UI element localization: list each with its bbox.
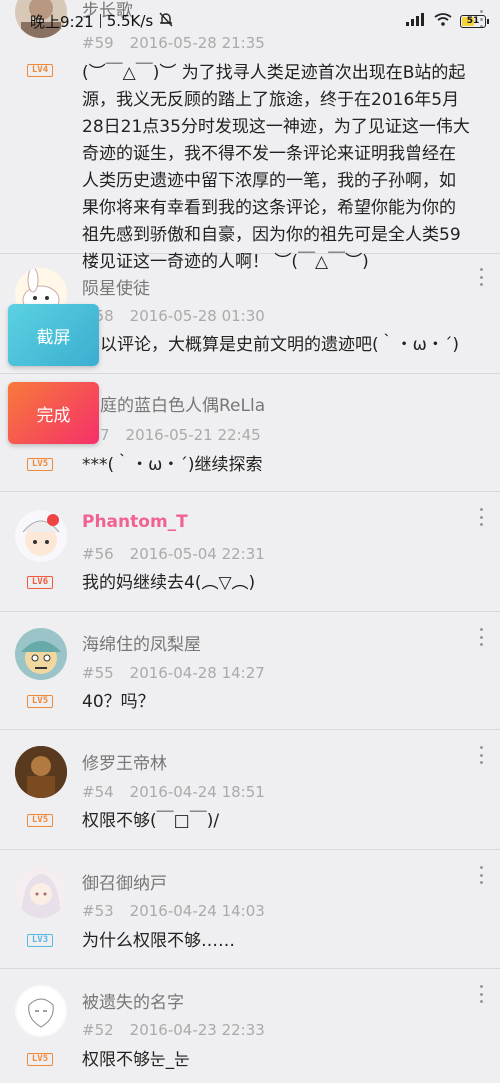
level-badge: LV5: [27, 458, 53, 471]
battery-icon: 51: [460, 14, 489, 28]
mute-bell-icon: [159, 12, 173, 31]
comment-text: 我的妈继续去4(︵▽︵): [82, 573, 256, 593]
comment-meta: #52 2016-04-23 22:33: [82, 1021, 281, 1039]
battery-level: 51: [466, 16, 480, 26]
comment-item: 海绵住的凤梨屋 #55 2016-04-28 14:27 LV5 40？吗？: [0, 612, 500, 730]
comment-date: 2016-04-23 22:33: [129, 1021, 265, 1039]
username[interactable]: 御召御纳戸: [82, 869, 167, 894]
level-badge: LV3: [27, 934, 53, 947]
more-options-icon[interactable]: [478, 508, 484, 526]
comment-meta: #53 2016-04-24 14:03: [82, 902, 281, 920]
comment-text: 40？吗？: [82, 692, 155, 712]
comment-text: (︶￣△￣)︶ 为了找寻人类足迹首次出现在B站的起源，我义无反顾的踏上了旅途，终…: [82, 63, 470, 272]
comment-date: 2016-05-21 22:45: [125, 426, 261, 444]
comment-text: 以评论，大概算是史前文明的遗迹吧(｀・ω・´): [100, 335, 459, 355]
comment-date: 2016-05-04 22:31: [129, 545, 265, 563]
more-options-icon[interactable]: [478, 268, 484, 286]
status-bar: 晚上9:21 5.5K/s 51: [0, 0, 500, 42]
signal-icon: [406, 12, 426, 30]
status-separator: [99, 14, 101, 28]
floor-number: #53: [82, 902, 114, 920]
more-options-icon[interactable]: [478, 985, 484, 1003]
level-badge: LV5: [27, 695, 53, 708]
comment-date: 2016-05-28 01:30: [129, 307, 265, 325]
comment-meta: #55 2016-04-28 14:27: [82, 664, 281, 682]
level-badge: LV4: [27, 64, 53, 77]
avatar[interactable]: [15, 866, 67, 918]
done-button[interactable]: 完成: [8, 382, 99, 444]
more-options-icon[interactable]: [478, 746, 484, 764]
network-speed: 5.5K/s: [106, 12, 154, 30]
username[interactable]: 海绵住的凤梨屋: [82, 630, 201, 655]
comment-text: ***(｀・ω・´)继续探索: [82, 455, 263, 475]
status-time: 晚上9:21: [30, 12, 94, 31]
level-badge: LV6: [27, 576, 53, 589]
level-badge: LV5: [27, 1053, 53, 1066]
avatar[interactable]: [15, 746, 67, 798]
avatar[interactable]: [15, 628, 67, 680]
more-options-icon[interactable]: [478, 866, 484, 884]
username[interactable]: 被遗失的名字: [82, 988, 184, 1013]
wifi-icon: [434, 12, 452, 30]
floor-number: #56: [82, 545, 114, 563]
comment-meta: #54 2016-04-24 18:51: [82, 783, 281, 801]
comment-item: Phantom_T #56 2016-05-04 22:31 LV6 我的妈继续去…: [0, 492, 500, 612]
username[interactable]: 陨星使徒: [82, 274, 150, 299]
username[interactable]: 庭的蓝白色人偶ReLla: [100, 391, 265, 416]
floor-number: #54: [82, 783, 114, 801]
floor-number: 7: [100, 426, 110, 444]
username[interactable]: Phantom_T: [82, 512, 188, 532]
level-badge: LV5: [27, 814, 53, 827]
comment-item: 被遗失的名字 #52 2016-04-23 22:33 LV5 权限不够눈_눈: [0, 969, 500, 1083]
comment-text: 权限不够(￣□￣)/: [82, 811, 220, 831]
comment-date: 2016-04-24 18:51: [129, 783, 265, 801]
comment-date: 2016-04-24 14:03: [129, 902, 265, 920]
comment-meta: 7 2016-05-21 22:45: [100, 426, 277, 444]
comment-meta: #56 2016-05-04 22:31: [82, 545, 281, 563]
comment-text: 权限不够눈_눈: [82, 1050, 190, 1070]
floor-number: #55: [82, 664, 114, 682]
screenshot-button[interactable]: 截屏: [8, 304, 99, 366]
comment-item: 御召御纳戸 #53 2016-04-24 14:03 LV3 为什么权限不够……: [0, 850, 500, 969]
comment-text: 为什么权限不够……: [82, 931, 235, 951]
floor-number: #52: [82, 1021, 114, 1039]
comment-meta: #582016-05-28 01:30: [82, 307, 281, 325]
username[interactable]: 修罗王帝林: [82, 749, 167, 774]
comment-item: 修罗王帝林 #54 2016-04-24 18:51 LV5 权限不够(￣□￣)/: [0, 730, 500, 850]
more-options-icon[interactable]: [478, 628, 484, 646]
avatar[interactable]: [15, 510, 67, 562]
comment-date: 2016-04-28 14:27: [129, 664, 265, 682]
avatar[interactable]: [15, 985, 67, 1037]
